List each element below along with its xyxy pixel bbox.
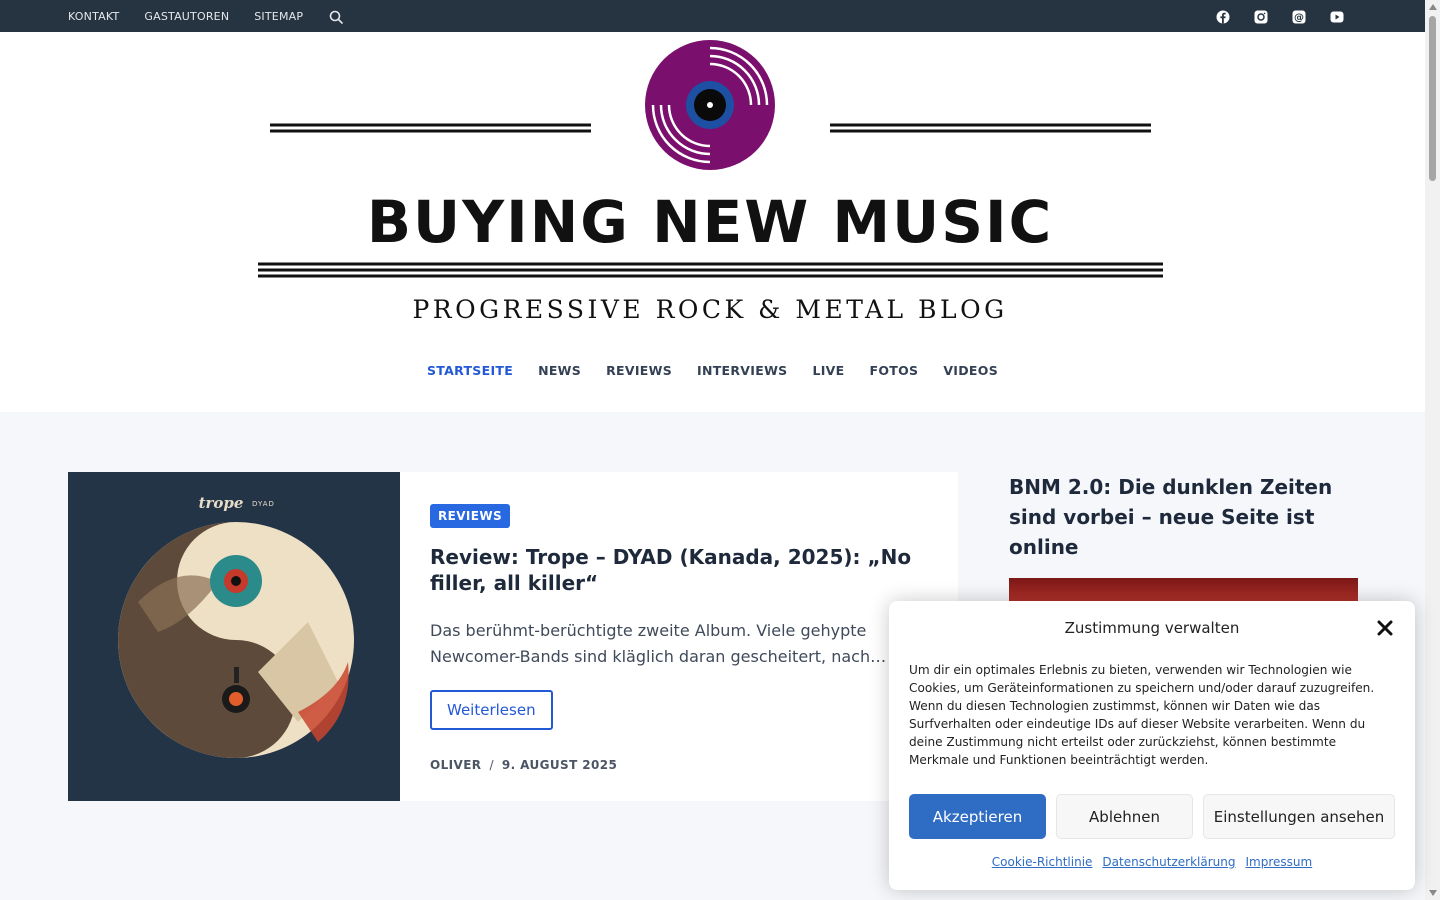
privacy-policy-link[interactable]: Datenschutzerklärung (1102, 855, 1235, 869)
post-author[interactable]: OLIVER (430, 758, 481, 772)
read-more-button[interactable]: Weiterlesen (430, 690, 553, 730)
post-meta: OLIVER / 9. AUGUST 2025 (430, 758, 930, 772)
youtube-icon[interactable] (1330, 9, 1344, 23)
top-link-gastautoren[interactable]: GASTAUTOREN (144, 10, 229, 23)
cookie-dialog-text: Um dir ein optimales Erlebnis zu bieten,… (909, 663, 1375, 767)
site-header: BUYING NEW MUSIC PROGRESSIVE ROCK & META… (0, 32, 1425, 412)
facebook-icon[interactable] (1216, 9, 1230, 24)
cover-band-name: trope (199, 494, 244, 512)
album-cover-art: trope DYAD (118, 494, 354, 758)
imprint-link[interactable]: Impressum (1246, 855, 1313, 869)
cookie-consent-dialog: Zustimmung verwalten Um dir ein optimale… (889, 601, 1415, 890)
deny-button[interactable]: Ablehnen (1056, 794, 1193, 839)
cookie-policy-link[interactable]: Cookie-Richtlinie (992, 855, 1093, 869)
scroll-down-arrow-icon[interactable] (1429, 890, 1437, 896)
page-scrollbar[interactable] (1425, 0, 1440, 900)
nav-item-startseite[interactable]: STARTSEITE (427, 363, 513, 378)
post-thumbnail[interactable]: trope DYAD (68, 472, 400, 801)
logo-subtitle: PROGRESSIVE ROCK & METAL BLOG (412, 295, 1008, 324)
nav-item-reviews[interactable]: REVIEWS (606, 363, 672, 378)
svg-text:@: @ (1294, 13, 1304, 24)
scroll-up-arrow-icon[interactable] (1429, 4, 1437, 10)
main-nav: STARTSEITE NEWS REVIEWS INTERVIEWS LIVE … (0, 363, 1425, 378)
meta-separator: / (489, 758, 494, 772)
accept-button[interactable]: Akzeptieren (909, 794, 1046, 839)
nav-item-interviews[interactable]: INTERVIEWS (697, 363, 787, 378)
top-link-kontakt[interactable]: KONTAKT (68, 10, 119, 23)
cookie-dialog-title: Zustimmung verwalten (1064, 619, 1240, 637)
scrollbar-thumb[interactable] (1429, 16, 1436, 181)
social-icons: @ (1216, 9, 1344, 24)
logo-title: BUYING NEW MUSIC (366, 188, 1054, 256)
nav-item-live[interactable]: LIVE (812, 363, 844, 378)
search-icon[interactable] (329, 9, 343, 24)
post-body: REVIEWS Review: Trope – DYAD (Kanada, 20… (430, 504, 930, 772)
view-settings-button[interactable]: Einstellungen ansehen (1203, 794, 1395, 839)
instagram-icon[interactable] (1254, 9, 1268, 24)
cover-album-name: DYAD (252, 500, 275, 508)
site-logo[interactable]: BUYING NEW MUSIC PROGRESSIVE ROCK & META… (250, 38, 1170, 328)
top-bar: KONTAKT GASTAUTOREN SITEMAP @ (0, 0, 1425, 32)
post-card: trope DYAD REVIEWS Review: Trope – DYAD … (68, 472, 958, 801)
top-link-sitemap[interactable]: SITEMAP (254, 10, 303, 23)
threads-icon[interactable]: @ (1292, 9, 1306, 24)
post-date[interactable]: 9. AUGUST 2025 (502, 758, 617, 772)
nav-item-news[interactable]: NEWS (538, 363, 581, 378)
sidebar-post-title[interactable]: BNM 2.0: Die dunklen Zeiten sind vorbei … (1009, 472, 1359, 562)
category-badge[interactable]: REVIEWS (430, 504, 511, 528)
nav-item-videos[interactable]: VIDEOS (943, 363, 998, 378)
vinyl-logo-graphic (258, 40, 1163, 278)
cookie-links: Cookie-Richtlinie Datenschutzerklärung I… (889, 855, 1415, 869)
nav-item-fotos[interactable]: FOTOS (870, 363, 919, 378)
post-title[interactable]: Review: Trope – DYAD (Kanada, 2025): „No… (430, 544, 930, 596)
close-icon[interactable] (1375, 618, 1395, 638)
post-excerpt: Das berühmt-berüchtigte zweite Album. Vi… (430, 621, 887, 666)
top-nav: KONTAKT GASTAUTOREN SITEMAP (68, 0, 303, 32)
